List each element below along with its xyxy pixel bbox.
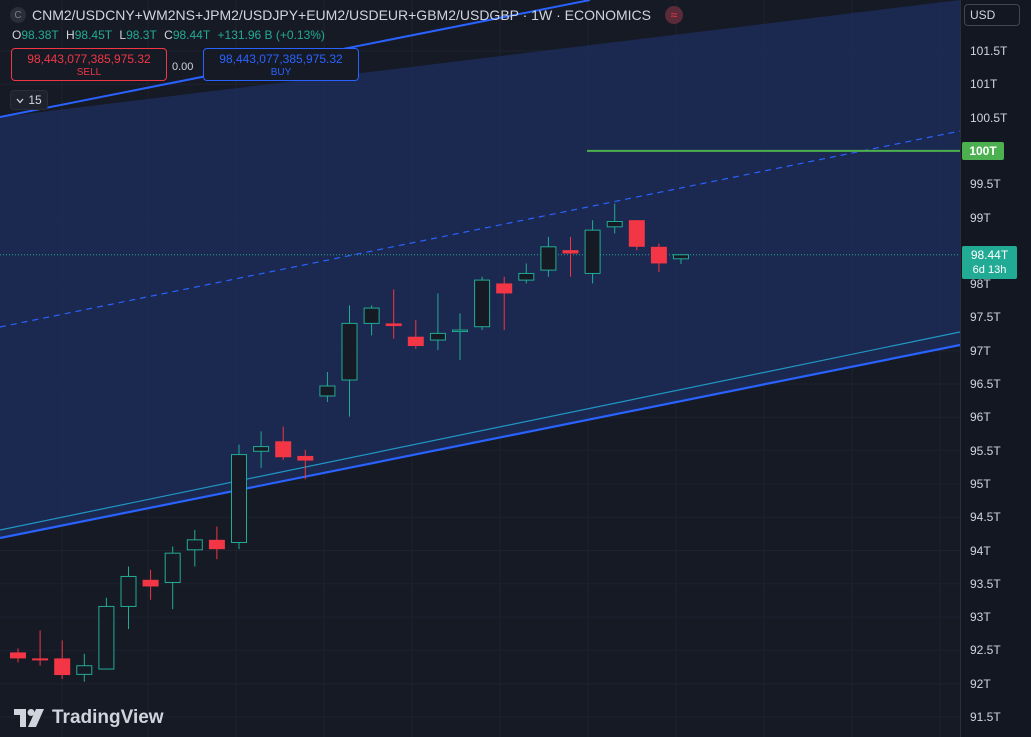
price-tick-label: 93.5T: [970, 576, 1001, 591]
symbol-title[interactable]: CNM2/USDCNY+WM2NS+JPM2/USDJPY+EUM2/USDEU…: [32, 7, 651, 23]
price-tick-label: 93T: [970, 610, 991, 625]
candle-body: [628, 220, 645, 247]
open-label: O: [12, 28, 22, 42]
price-tick-label: 92.5T: [970, 643, 1001, 658]
close-label: C: [164, 28, 173, 42]
close-value: 98.44T: [172, 28, 211, 42]
candle-body: [98, 605, 115, 670]
candle-body: [452, 329, 468, 333]
candle-body: [429, 332, 446, 341]
price-tick-label: 100.5T: [970, 110, 1008, 125]
high-label: H: [66, 28, 75, 42]
open-value: 98.38T: [21, 28, 59, 42]
candle: [628, 220, 645, 251]
buy-button[interactable]: 98,443,077,385,975.32 BUY: [203, 48, 359, 81]
chart-header: C CNM2/USDCNY+WM2NS+JPM2/USDJPY+EUM2/USD…: [10, 6, 683, 24]
candle: [474, 276, 491, 331]
candle-body: [253, 446, 270, 452]
candle-body: [363, 307, 380, 324]
candle-body: [275, 441, 292, 458]
candle-body: [540, 246, 557, 271]
price-tick-label: 95.5T: [970, 443, 1001, 458]
candle-body: [54, 658, 71, 676]
sell-price: 98,443,077,385,975.32: [27, 52, 151, 66]
economics-badge-icon[interactable]: ≈: [664, 6, 683, 24]
price-tick-label: 92T: [970, 676, 991, 691]
buy-price: 98,443,077,385,975.32: [219, 52, 343, 66]
candle-body: [474, 279, 491, 328]
tradingview-logo-icon: [14, 709, 44, 727]
price-tick-label: 101.5T: [970, 44, 1008, 58]
change-value: +131.96 B (+0.13%): [217, 28, 325, 42]
level-price-label: 100T: [962, 142, 1004, 160]
price-tick-label: 101T: [970, 77, 998, 92]
interval-toggle-button[interactable]: 15: [10, 90, 48, 110]
price-tick-label: 97T: [970, 343, 991, 358]
price-tick-label: 99T: [970, 210, 991, 225]
tradingview-logo[interactable]: TradingView: [14, 707, 164, 729]
candle-body: [673, 254, 689, 260]
candle-body: [142, 579, 159, 587]
price-tick-label: 96T: [970, 410, 991, 425]
interval-label: 15: [28, 93, 42, 107]
candle-body: [341, 322, 358, 381]
candle-body: [186, 539, 203, 551]
candle-body: [32, 658, 49, 661]
current-price-label: 98.44T 6d 13h: [962, 246, 1017, 279]
sell-label: SELL: [76, 67, 102, 78]
price-tick-label: 94T: [970, 543, 991, 558]
price-tick-label: 98T: [970, 277, 991, 292]
price-tick-label: 91.5T: [970, 710, 1001, 724]
currency-button[interactable]: USD: [964, 4, 1020, 26]
candle-body: [319, 385, 336, 397]
candle-body: [208, 539, 225, 550]
candle-body: [518, 272, 535, 281]
low-value: 98.3T: [126, 28, 157, 42]
price-tick-label: 97.5T: [970, 310, 1001, 325]
candle-body: [584, 229, 601, 274]
candle-body: [496, 283, 513, 294]
price-tick-label: 96.5T: [970, 377, 1001, 391]
candle-body: [385, 323, 402, 327]
candle-body: [120, 575, 137, 607]
chevron-down-icon: [16, 93, 24, 107]
candle-body: [562, 250, 579, 254]
tradingview-wordmark: TradingView: [52, 707, 164, 728]
sell-button[interactable]: 98,443,077,385,975.32 SELL: [11, 48, 167, 81]
price-tick-label: 95T: [970, 476, 991, 491]
candle-body: [407, 336, 424, 347]
high-value: 98.45T: [74, 28, 113, 42]
symbol-logo-icon[interactable]: C: [10, 7, 26, 23]
candle-body: [606, 220, 623, 228]
candle-body: [76, 665, 93, 675]
current-price-value: 98.44T: [970, 248, 1009, 262]
candle-body: [164, 552, 181, 583]
spread-value: 0.00: [172, 61, 194, 73]
candle-body: [231, 454, 247, 544]
price-tick-label: 99.5T: [970, 177, 1001, 192]
candle: [231, 444, 247, 550]
candle-body: [10, 652, 26, 659]
price-tick-label: 94.5T: [970, 510, 1001, 525]
ohlc-legend: O98.38T H98.45T L98.3T C98.44T +131.96 B…: [12, 28, 329, 42]
candle: [98, 597, 115, 670]
buy-label: BUY: [270, 67, 292, 78]
candle-body: [650, 246, 667, 264]
price-chart[interactable]: [0, 0, 1031, 737]
candle-body: [297, 455, 314, 461]
candle: [584, 220, 601, 284]
bar-countdown: 6d 13h: [972, 264, 1007, 276]
